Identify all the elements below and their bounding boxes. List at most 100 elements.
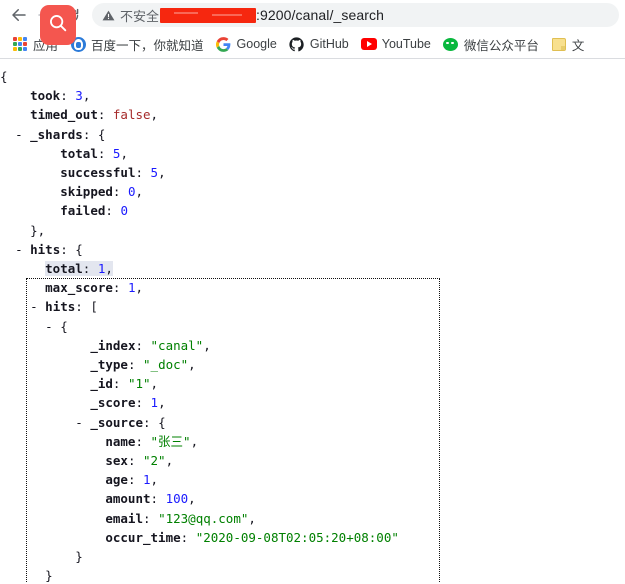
key-source: _source [90, 414, 144, 430]
brace-open: { [75, 241, 83, 257]
back-button[interactable] [6, 2, 32, 28]
colon: : [135, 165, 144, 181]
bookmark-label: Google [236, 37, 277, 51]
security-status-label: 不安全 [120, 8, 160, 24]
value-type: "_doc" [143, 357, 189, 373]
bookmark-google[interactable]: Google [210, 32, 283, 56]
browser-toolbar: 不安全 :9200/canal/_search [0, 0, 625, 45]
key-index: _index [90, 337, 136, 353]
google-g-icon [216, 36, 232, 52]
key-hits-array: hits [45, 299, 76, 315]
value-sex: "2" [143, 453, 166, 469]
json-response-viewer: { took: 3, timed_out: false, - _shards: … [0, 59, 625, 583]
value-id: "1" [127, 376, 151, 392]
toggle-hits[interactable]: - [15, 242, 23, 257]
colon: : [75, 299, 83, 315]
value-shards-skipped: 0 [127, 184, 136, 200]
colon: : [127, 453, 136, 469]
github-icon [289, 36, 305, 52]
comma: , [190, 433, 199, 449]
folder-icon [551, 36, 567, 52]
key-email: email [105, 510, 143, 526]
brace-close: } [75, 549, 83, 565]
comma: , [135, 184, 144, 200]
back-arrow-icon [10, 6, 28, 24]
value-age: 1 [143, 472, 151, 488]
key-occur-time: occur_time [105, 529, 181, 545]
bookmark-youtube[interactable]: YouTube [355, 32, 437, 56]
comma: , [203, 337, 211, 353]
colon: : [97, 145, 106, 161]
bookmark-label: GitHub [309, 37, 349, 51]
colon: : [127, 357, 136, 373]
value-shards-failed: 0 [120, 203, 128, 219]
key-timed-out: timed_out [30, 107, 98, 123]
value-occur-time: "2020-09-08T02:05:20+08:00" [195, 529, 399, 545]
comma: , [158, 395, 166, 411]
colon: : [82, 261, 91, 277]
colon: : [60, 88, 68, 104]
colon: : [60, 241, 68, 257]
value-name: "张三" [150, 433, 191, 449]
bookmark-label: 微信公众平台 [463, 38, 539, 53]
toggle-hits-array[interactable]: - [30, 299, 38, 314]
bookmark-label: YouTube [381, 37, 431, 51]
toggle-hit-item[interactable]: - [45, 319, 53, 334]
toggle-shards[interactable]: - [15, 127, 23, 142]
key-shards-failed: failed [60, 203, 106, 219]
key-shards-total: total [60, 145, 98, 161]
key-name: name [105, 433, 136, 449]
url-display[interactable]: :9200/canal/_search [160, 7, 384, 23]
comma: , [150, 376, 159, 392]
comma: , [135, 280, 144, 296]
value-email: "123@qq.com" [158, 510, 249, 526]
bookmark-wechat[interactable]: 微信公众平台 [437, 32, 545, 56]
not-secure-warning-icon [102, 9, 115, 22]
colon: : [127, 472, 136, 488]
key-sex: sex [105, 453, 128, 469]
colon: : [143, 414, 151, 430]
colon: : [150, 491, 159, 507]
value-amount: 100 [165, 491, 189, 507]
bookmarks-bar: 应用 百度一下，你就知道 Google GitHub YouTube 微信公众平… [0, 30, 625, 59]
bookmark-folder[interactable]: 文 [545, 32, 591, 56]
json-body[interactable]: { took: 3, timed_out: false, - _shards: … [0, 59, 625, 583]
key-age: age [105, 472, 128, 488]
search-magnifier-icon [47, 12, 69, 39]
comma: , [150, 472, 159, 488]
colon: : [135, 433, 143, 449]
colon: : [112, 376, 121, 392]
key-type: _type [90, 357, 128, 373]
key-id: _id [90, 376, 113, 392]
browser-chrome: 不安全 :9200/canal/_search 应用 百度一下，你就知道 Goo… [0, 0, 625, 59]
key-hits-total: total [45, 261, 83, 277]
colon: : [180, 529, 189, 545]
bookmark-label: 文 [571, 38, 585, 53]
brace-open: { [60, 318, 68, 334]
key-took: took [30, 88, 61, 104]
comma: , [150, 107, 159, 123]
search-magnifier-annotation [40, 5, 76, 45]
comma: , [120, 145, 128, 161]
toggle-source[interactable]: - [75, 415, 83, 430]
key-max-score: max_score [45, 280, 113, 296]
youtube-icon [360, 36, 377, 52]
value-score: 1 [150, 395, 159, 411]
bookmark-baidu[interactable]: 百度一下，你就知道 [64, 32, 210, 56]
apps-grid-icon [12, 36, 28, 52]
address-bar[interactable]: 不安全 :9200/canal/_search [92, 3, 619, 27]
key-shards: _shards [30, 126, 83, 142]
comma: , [188, 357, 196, 373]
colon: : [135, 395, 143, 411]
brace-open: { [97, 126, 106, 142]
bookmark-label: 百度一下，你就知道 [91, 38, 204, 53]
colon: : [82, 126, 91, 142]
bracket-open: [ [90, 299, 98, 315]
colon: : [105, 203, 113, 219]
url-path-text: :9200/canal/_search [256, 7, 385, 23]
value-timed-out: false [112, 107, 151, 123]
comma: , [248, 510, 256, 526]
key-shards-successful: successful [60, 165, 136, 181]
bookmark-github[interactable]: GitHub [283, 32, 355, 56]
comma: , [165, 453, 174, 469]
